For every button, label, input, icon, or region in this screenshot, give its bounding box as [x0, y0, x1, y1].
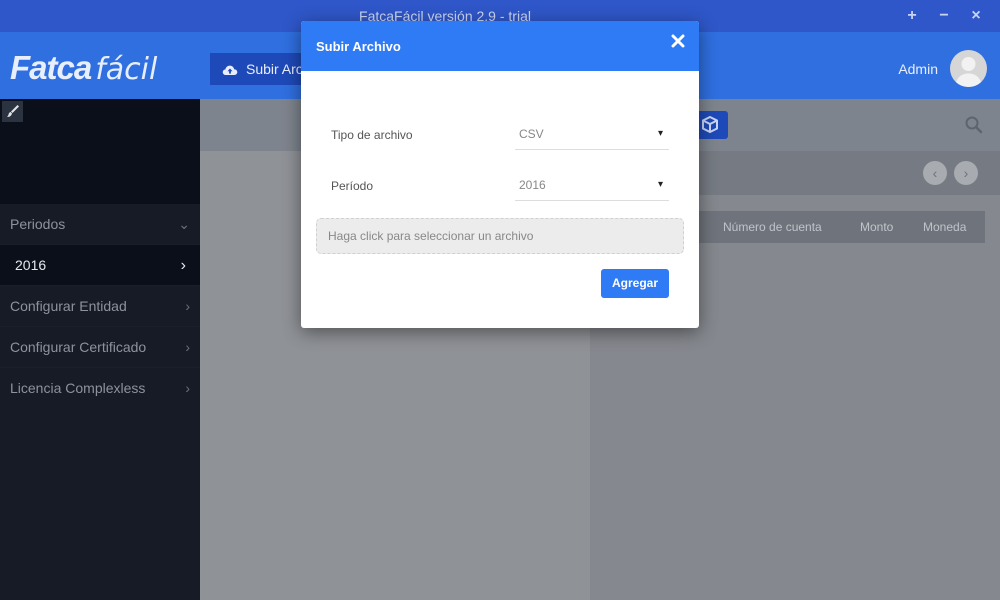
chevron-right-icon: › [185, 298, 190, 314]
chevron-right-icon: › [180, 257, 186, 274]
logo-fatca: Fatca [10, 49, 92, 86]
chevron-left-icon[interactable]: ‹ [923, 161, 947, 185]
sidebar-item-configurar-certificado[interactable]: Configurar Certificado › [0, 327, 200, 368]
chevron-right-icon: › [185, 380, 190, 396]
chevron-down-icon: ▾ [657, 128, 663, 139]
column-header-moneda[interactable]: Moneda [923, 220, 966, 234]
chevron-right-icon[interactable]: › [954, 161, 978, 185]
file-select-area[interactable]: Haga click para seleccionar un archivo [316, 218, 684, 254]
sidebar-background [0, 408, 200, 600]
sidebar-item-label: Periodos [10, 216, 66, 232]
chevron-right-icon: › [185, 339, 190, 355]
upload-file-modal: Subir Archivo Tipo de archivo CSV ▾ Perí… [301, 21, 699, 328]
sidebar-item-label: Configurar Certificado [10, 339, 147, 355]
add-button[interactable]: Agregar [601, 269, 669, 298]
modal-title: Subir Archivo [316, 39, 401, 54]
sidebar-item-configurar-entidad[interactable]: Configurar Entidad › [0, 286, 200, 327]
period-value: 2016 [519, 178, 546, 192]
window-close-button[interactable]: × [966, 6, 986, 26]
maximize-button[interactable]: + [902, 6, 922, 26]
sidebar-nav: Periodos ⌄ 2016 › Configurar Entidad › C… [0, 204, 200, 409]
close-icon[interactable] [671, 34, 685, 48]
chevron-down-icon: ⌄ [178, 216, 190, 232]
app-logo: Fatca fácil [10, 49, 157, 87]
sidebar: Periodos ⌄ 2016 › Configurar Entidad › C… [0, 99, 200, 600]
user-name: Admin [898, 61, 938, 77]
logo-facil: fácil [95, 52, 158, 87]
file-type-label: Tipo de archivo [331, 128, 413, 142]
sidebar-item-label: Configurar Entidad [10, 298, 127, 314]
chevron-down-icon: ▾ [657, 179, 663, 190]
file-type-value: CSV [519, 127, 544, 141]
paintbrush-icon[interactable] [2, 101, 23, 122]
search-icon[interactable] [964, 115, 984, 135]
period-label: Período [331, 179, 374, 193]
sidebar-item-label: Licencia Complexless [10, 380, 146, 396]
column-header-numero-cuenta[interactable]: Número de cuenta [723, 220, 822, 234]
upload-button-label: Subir Arc [246, 61, 303, 77]
user-avatar-icon[interactable] [950, 50, 987, 87]
minimize-button[interactable]: − [934, 6, 954, 26]
sidebar-item-licencia-complexless[interactable]: Licencia Complexless › [0, 368, 200, 409]
file-type-select[interactable]: CSV ▾ [515, 118, 669, 150]
column-header-monto[interactable]: Monto [860, 220, 893, 234]
modal-header: Subir Archivo [301, 21, 699, 71]
sidebar-item-label: 2016 [15, 257, 47, 273]
period-select[interactable]: 2016 ▾ [515, 169, 669, 201]
sidebar-item-periodos[interactable]: Periodos ⌄ [0, 204, 200, 245]
cloud-upload-icon [222, 65, 238, 76]
sidebar-item-2016[interactable]: 2016 › [0, 245, 200, 286]
